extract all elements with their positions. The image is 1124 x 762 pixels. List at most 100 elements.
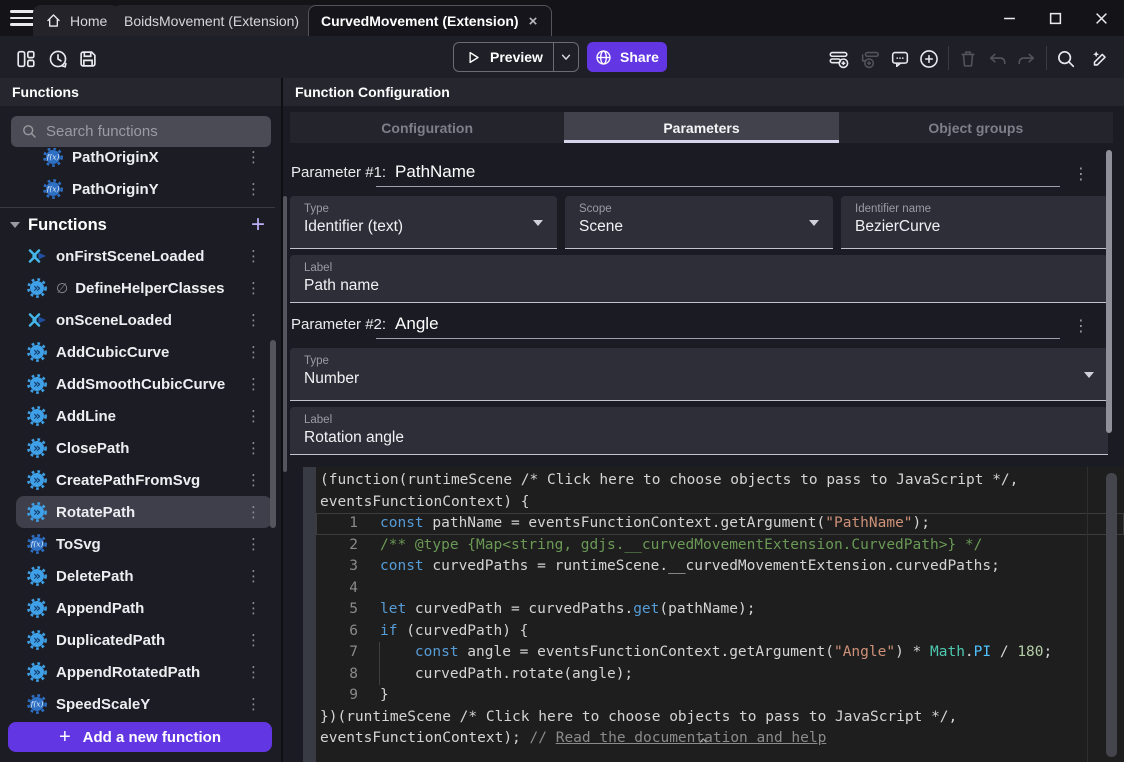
function-item-pathoriginx[interactable]: f(x)PathOriginX⋮	[0, 148, 281, 173]
function-item-pathoriginy[interactable]: f(x)PathOriginY⋮	[0, 173, 281, 205]
function-item-speedscaley[interactable]: f(x)SpeedScaleY⋮	[0, 688, 281, 720]
item-menu-icon[interactable]: ⋮	[242, 407, 265, 426]
item-menu-icon[interactable]: ⋮	[242, 471, 265, 490]
function-item-appendpath[interactable]: »AppendPath⋮	[0, 592, 281, 624]
function-item-tosvg[interactable]: f(x)ToSvg⋮	[0, 528, 281, 560]
parameter-1-menu-icon[interactable]: ⋮	[1073, 164, 1089, 184]
item-menu-icon[interactable]: ⋮	[242, 503, 265, 522]
add-new-function-label: Add a new function	[83, 729, 221, 746]
function-item-deletepath[interactable]: »DeletePath⋮	[0, 560, 281, 592]
parameter-1-label-field[interactable]: Label Path name	[290, 255, 1108, 303]
parameter-2-menu-icon[interactable]: ⋮	[1073, 316, 1089, 336]
tab-boidsmovement[interactable]: BoidsMovement (Extension) ×	[112, 5, 332, 36]
function-item-rotatepath[interactable]: » RotatePath⋮	[16, 496, 272, 528]
function-item-onsceneloaded[interactable]: onSceneLoaded⋮	[0, 304, 281, 336]
preview-options-chevron-icon[interactable]	[554, 51, 578, 63]
window-minimize-button[interactable]	[992, 6, 1026, 30]
scroll-up-hint[interactable]: ^	[699, 737, 707, 753]
item-menu-icon[interactable]: ⋮	[242, 180, 265, 199]
function-item-appendrotatedpath[interactable]: »AppendRotatedPath⋮	[0, 656, 281, 688]
window-close-button[interactable]	[1084, 6, 1118, 30]
documentation-link[interactable]: Read the documentation and help	[556, 730, 827, 746]
functions-panel: Functions f(x)PathOriginX⋮f(x)PathOrigin…	[0, 78, 281, 762]
item-menu-icon[interactable]: ⋮	[242, 247, 265, 266]
field-label: Identifier name	[855, 203, 1094, 215]
function-item-label: AddSmoothCubicCurve	[56, 376, 242, 393]
search-functions-box[interactable]	[11, 116, 271, 147]
function-item-label: RotatePath	[56, 504, 242, 521]
share-button[interactable]: Share	[587, 42, 667, 72]
item-menu-icon[interactable]: ⋮	[242, 375, 265, 394]
field-label: Label	[304, 414, 1094, 426]
function-item-addsmoothcubiccurve[interactable]: » AddSmoothCubicCurve⋮	[0, 368, 281, 400]
tab-parameters[interactable]: Parameters	[564, 112, 838, 143]
function-item-definehelperclasses[interactable]: »∅DefineHelperClasses⋮	[0, 272, 281, 304]
project-manager-icon[interactable]	[14, 47, 38, 71]
window-maximize-button[interactable]	[1038, 6, 1072, 30]
parameter-1-type-select[interactable]: Type Identifier (text)	[290, 196, 557, 249]
svg-text:»: »	[33, 281, 41, 295]
item-menu-icon[interactable]: ⋮	[242, 631, 265, 650]
add-function-plus-icon[interactable]: +	[251, 215, 265, 235]
function-item-label: AddCubicCurve	[56, 344, 242, 361]
editor-scrollbar[interactable]	[1106, 473, 1117, 757]
item-menu-icon[interactable]: ⋮	[242, 311, 265, 330]
function-item-closepath[interactable]: »ClosePath⋮	[0, 432, 281, 464]
item-menu-icon[interactable]: ⋮	[242, 695, 265, 714]
parameter-1-identifier-name-field[interactable]: Identifier name BezierCurve	[841, 196, 1108, 249]
home-icon	[45, 12, 62, 29]
search-functions-input[interactable]	[46, 123, 246, 140]
item-menu-icon[interactable]: ⋮	[242, 439, 265, 458]
item-menu-icon[interactable]: ⋮	[242, 567, 265, 586]
javascript-code-editor[interactable]: (function(runtimeScene /* Click here to …	[303, 467, 1124, 762]
tab-curvedmovement[interactable]: CurvedMovement (Extension) ×	[308, 5, 552, 36]
collapse-caret-icon[interactable]	[10, 222, 20, 228]
redo-icon[interactable]	[1014, 47, 1038, 71]
parameters-scrollbar[interactable]	[1106, 150, 1112, 433]
item-menu-icon[interactable]: ⋮	[242, 663, 265, 682]
parameter-2-name-input[interactable]: Angle	[395, 314, 438, 334]
add-new-function-button[interactable]: + Add a new function	[8, 722, 272, 752]
parameter-2-type-select[interactable]: Type Number	[290, 348, 1108, 401]
svg-text:»: »	[33, 665, 41, 679]
add-event-icon[interactable]	[827, 47, 851, 71]
function-item-onfirstsceneloaded[interactable]: onFirstSceneLoaded⋮	[0, 240, 281, 272]
tab-home[interactable]: Home	[33, 5, 119, 36]
sidebar-scrollbar[interactable]	[270, 340, 276, 528]
tab-object-groups[interactable]: Object groups	[839, 112, 1113, 143]
function-item-createpathfromsvg[interactable]: »CreatePathFromSvg⋮	[0, 464, 281, 496]
close-tab-icon[interactable]: ×	[527, 13, 540, 30]
delete-icon[interactable]	[956, 47, 980, 71]
item-menu-icon[interactable]: ⋮	[242, 343, 265, 362]
search-icon[interactable]	[1054, 47, 1078, 71]
parameter-1-scope-select[interactable]: Scope Scene	[565, 196, 833, 249]
tab-configuration[interactable]: Configuration	[290, 112, 564, 143]
function-item-duplicatedpath[interactable]: »DuplicatedPath⋮	[0, 624, 281, 656]
code-line: 3const curvedPaths = runtimeScene.__curv…	[316, 556, 1124, 578]
ai-edit-icon[interactable]	[1088, 47, 1112, 71]
parameters-left-scrollbar[interactable]	[283, 196, 287, 472]
undo-icon[interactable]	[986, 47, 1010, 71]
code-line: 4	[316, 578, 1124, 600]
item-menu-icon[interactable]: ⋮	[242, 599, 265, 618]
action-icon: »	[26, 373, 48, 395]
parameter-2-label-field[interactable]: Label Rotation angle	[290, 407, 1108, 455]
add-sub-event-icon[interactable]	[858, 47, 882, 71]
parameter-1-name-input[interactable]: PathName	[395, 162, 475, 182]
add-other-icon[interactable]	[917, 47, 941, 71]
functions-section-header[interactable]: Functions+	[0, 210, 281, 240]
item-menu-icon[interactable]: ⋮	[242, 148, 265, 167]
function-item-addline[interactable]: »AddLine⋮	[0, 400, 281, 432]
main-menu-icon[interactable]	[10, 7, 34, 29]
save-icon[interactable]	[76, 47, 100, 71]
item-menu-icon[interactable]: ⋮	[242, 279, 265, 298]
action-icon: »	[26, 501, 48, 523]
add-comment-icon[interactable]	[888, 47, 912, 71]
function-item-addcubiccurve[interactable]: »AddCubicCurve⋮	[0, 336, 281, 368]
code-line: 7 const angle = eventsFunctionContext.ge…	[316, 642, 1124, 664]
version-history-icon[interactable]	[46, 47, 70, 71]
chevron-down-icon	[1084, 372, 1094, 378]
preview-button[interactable]: Preview	[453, 42, 579, 72]
item-menu-icon[interactable]: ⋮	[242, 535, 265, 554]
line-number: 1	[316, 513, 358, 535]
